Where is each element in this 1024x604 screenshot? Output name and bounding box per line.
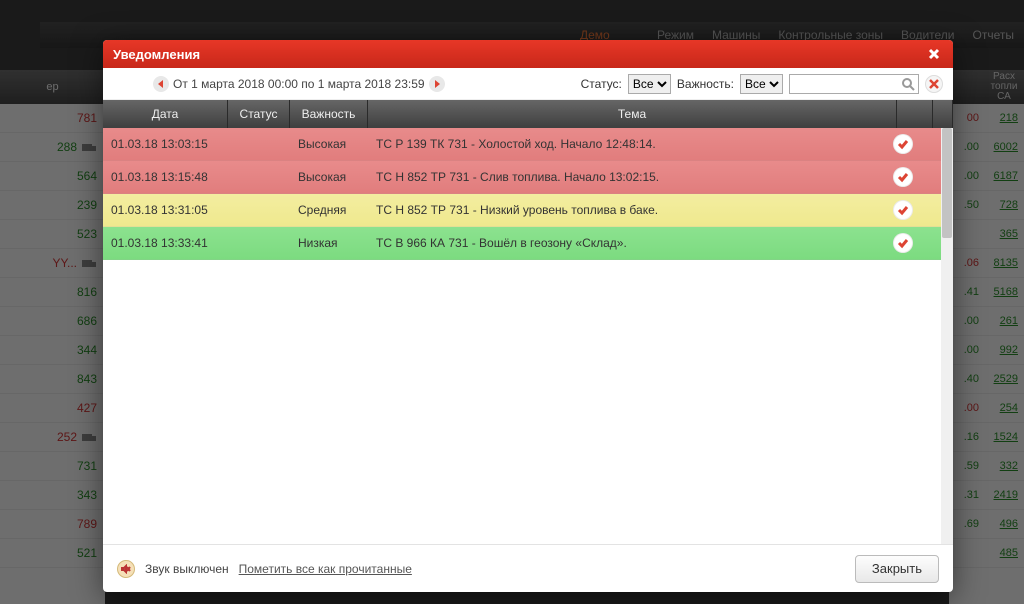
close-icon [928,48,940,60]
table-header: Дата Статус Важность Тема [103,100,953,128]
cell-date: 01.03.18 13:31:05 [103,203,228,217]
date-next-button[interactable] [429,76,445,92]
sound-label: Звук выключен [145,562,229,576]
cell-subject: ТС В 966 КА 731 - Вошёл в геозону «Склад… [368,236,885,250]
cell-importance: Высокая [290,137,368,151]
search-icon [901,77,915,91]
check-icon [897,171,909,183]
status-label: Статус: [581,77,622,91]
modal-title: Уведомления [113,47,200,62]
close-button[interactable]: Закрыть [855,555,939,583]
table-row[interactable]: 01.03.18 13:31:05 СредняяТС Н 852 ТР 731 … [103,194,941,227]
col-status: Статус [228,100,290,128]
search-input[interactable] [789,74,919,94]
notifications-modal: Уведомления От 1 марта 2018 00:00 по 1 м… [103,40,953,592]
date-prev-button[interactable] [153,76,169,92]
sound-muted-icon[interactable] [117,560,135,578]
date-range-control: От 1 марта 2018 00:00 по 1 марта 2018 23… [153,76,445,92]
scrollbar[interactable] [941,128,953,544]
status-select[interactable]: Все [628,74,671,94]
cell-subject: ТС Н 852 ТР 731 - Низкий уровень топлива… [368,203,885,217]
cell-date: 01.03.18 13:33:41 [103,236,228,250]
importance-select[interactable]: Все [740,74,783,94]
clear-filter-button[interactable] [925,75,943,93]
col-importance: Важность [290,100,368,128]
cell-importance: Низкая [290,236,368,250]
arrow-right-icon [433,80,441,88]
arrow-left-icon [157,80,165,88]
speaker-off-icon [121,564,131,574]
table-row[interactable]: 01.03.18 13:03:15 ВысокаяТС Р 139 ТК 731 … [103,128,941,161]
notifications-table: Дата Статус Важность Тема 01.03.18 13:03… [103,100,953,544]
modal-close-button[interactable] [925,45,943,63]
col-pad [933,100,953,128]
table-row[interactable]: 01.03.18 13:15:48 ВысокаяТС Н 852 ТР 731 … [103,161,941,194]
check-icon [897,204,909,216]
col-check [897,100,933,128]
mark-all-read-link[interactable]: Пометить все как прочитанные [239,562,412,576]
cell-check [885,200,921,220]
cell-subject: ТС Н 852 ТР 731 - Слив топлива. Начало 1… [368,170,885,184]
cell-check [885,134,921,154]
mark-read-button[interactable] [893,134,913,154]
cell-date: 01.03.18 13:15:48 [103,170,228,184]
cell-importance: Средняя [290,203,368,217]
importance-label: Важность: [677,77,734,91]
col-date: Дата [103,100,228,128]
cell-date: 01.03.18 13:03:15 [103,137,228,151]
modal-header: Уведомления [103,40,953,68]
mark-read-button[interactable] [893,200,913,220]
table-body: 01.03.18 13:03:15ВысокаяТС Р 139 ТК 731 … [103,128,941,544]
check-icon [897,237,909,249]
cell-check [885,233,921,253]
col-subject: Тема [368,100,897,128]
date-range-text: От 1 марта 2018 00:00 по 1 марта 2018 23… [173,77,425,91]
mark-read-button[interactable] [893,233,913,253]
clear-icon [929,79,939,89]
cell-check [885,167,921,187]
modal-footer: Звук выключен Пометить все как прочитанн… [103,544,953,592]
cell-subject: ТС Р 139 ТК 731 - Холостой ход. Начало 1… [368,137,885,151]
scrollbar-thumb[interactable] [942,128,952,238]
check-icon [897,138,909,150]
search-wrap [789,74,919,94]
filter-bar: От 1 марта 2018 00:00 по 1 марта 2018 23… [103,68,953,100]
cell-importance: Высокая [290,170,368,184]
mark-read-button[interactable] [893,167,913,187]
table-row[interactable]: 01.03.18 13:33:41 НизкаяТС В 966 КА 731 -… [103,227,941,260]
